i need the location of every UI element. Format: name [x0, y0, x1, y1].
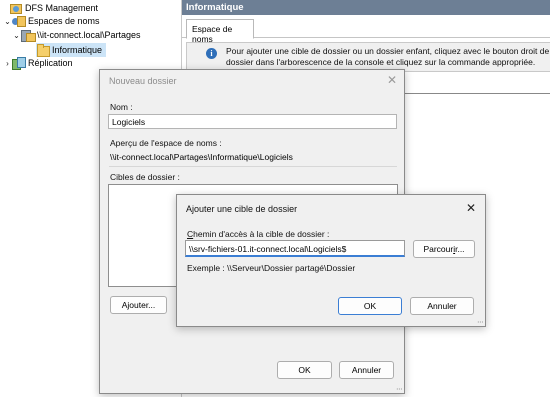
- add-target-dialog: Ajouter une cible de dossier ✕ Chemin d'…: [176, 194, 486, 327]
- name-field[interactable]: Logiciels: [108, 114, 397, 129]
- browse-button[interactable]: Parcourir...: [413, 240, 475, 258]
- folder-icon: [36, 44, 50, 57]
- tree-item-namespace-root[interactable]: ⌄ \\it-connect.local\Partages: [12, 28, 141, 42]
- add-button[interactable]: Ajouter...: [110, 296, 167, 314]
- ok-button[interactable]: OK: [277, 361, 332, 379]
- replication-icon: [12, 57, 26, 70]
- chevron-down-icon[interactable]: ⌄: [3, 17, 12, 26]
- close-icon[interactable]: ✕: [466, 201, 476, 215]
- tree-item-replication[interactable]: › Réplication: [3, 56, 73, 70]
- chevron-down-icon[interactable]: ⌄: [12, 31, 21, 40]
- namespace-root-icon: [21, 29, 36, 42]
- tab-namespace[interactable]: Espace de noms: [186, 19, 254, 44]
- chevron-right-icon[interactable]: ›: [3, 59, 12, 68]
- close-icon[interactable]: ✕: [387, 73, 397, 87]
- targets-label: Cibles de dossier :: [110, 172, 180, 182]
- target-path-field[interactable]: \\srv-fichiers-01.it-connect.local\Logic…: [185, 240, 405, 257]
- info-bar: i Pour ajouter une cible de dossier ou u…: [186, 42, 550, 72]
- tree-item-label: Espaces de noms: [28, 16, 100, 26]
- info-text: Pour ajouter une cible de dossier ou un …: [226, 46, 550, 67]
- path-label: Chemin d'accès à la cible de dossier :: [187, 229, 330, 239]
- info-icon: i: [206, 48, 217, 59]
- ok-button[interactable]: OK: [338, 297, 402, 315]
- namespaces-icon: [12, 15, 26, 27]
- tree-item-dfs-management[interactable]: DFS Management: [0, 1, 98, 15]
- tree-item-label: DFS Management: [25, 3, 99, 13]
- tree-item-namespaces[interactable]: ⌄ Espaces de noms: [3, 14, 100, 28]
- namespace-preview: \\it-connect.local\Partages\Informatique…: [110, 152, 293, 162]
- tree-item-informatique[interactable]: Informatique: [36, 43, 107, 57]
- resize-grip-icon[interactable]: ⠠⠤: [394, 384, 403, 392]
- name-label: Nom :: [110, 102, 133, 112]
- tree-item-label: Réplication: [28, 58, 73, 68]
- tab-bar: Espace de noms: [182, 15, 550, 44]
- details-header: Informatique: [182, 0, 550, 15]
- dfs-management-icon: [9, 2, 22, 14]
- example-text: Exemple : \\Serveur\Dossier partagé\Doss…: [187, 263, 356, 273]
- separator: [109, 166, 397, 167]
- preview-label: Aperçu de l'espace de noms :: [110, 138, 222, 148]
- tree-item-label: \\it-connect.local\Partages: [37, 30, 141, 40]
- dialog-title: Ajouter une cible de dossier: [186, 204, 298, 214]
- tree-item-label: Informatique: [52, 45, 103, 55]
- resize-grip-icon[interactable]: ⠠⠤: [475, 317, 484, 325]
- dialog-title: Nouveau dossier: [109, 76, 177, 86]
- cancel-button[interactable]: Annuler: [410, 297, 474, 315]
- cancel-button[interactable]: Annuler: [339, 361, 394, 379]
